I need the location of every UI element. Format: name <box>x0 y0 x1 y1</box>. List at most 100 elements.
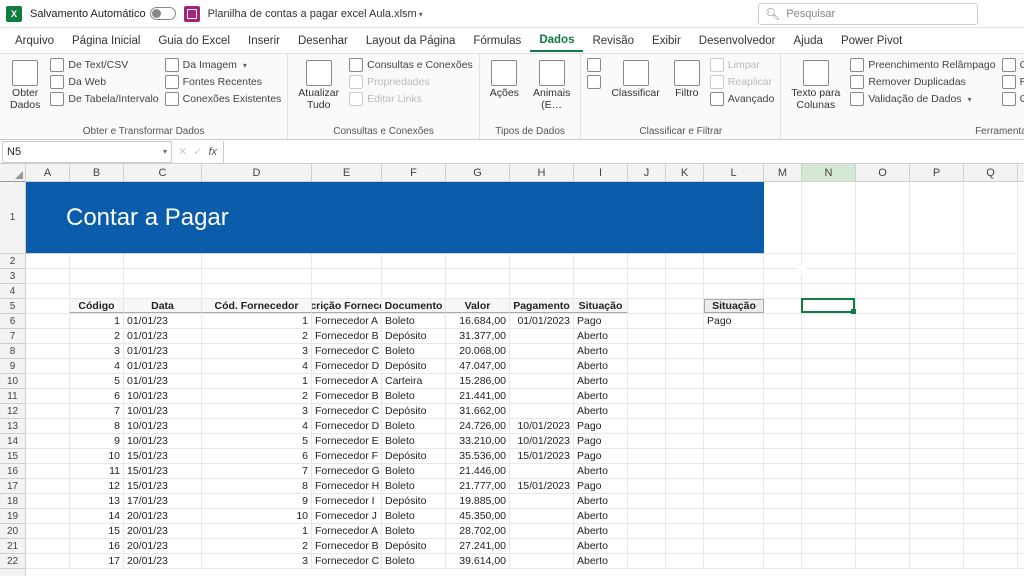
cell[interactable] <box>628 344 666 358</box>
cell[interactable] <box>666 404 704 418</box>
cell[interactable] <box>802 479 856 493</box>
cell[interactable] <box>26 299 70 313</box>
cell[interactable] <box>628 509 666 523</box>
cell[interactable] <box>910 374 964 388</box>
cell[interactable] <box>628 389 666 403</box>
row-header-11[interactable]: 11 <box>0 389 25 404</box>
cell-codigo[interactable]: 12 <box>70 479 124 493</box>
cell[interactable] <box>856 494 910 508</box>
cell-sit[interactable]: Aberto <box>574 374 628 388</box>
cell-cod-forn[interactable]: 4 <box>202 419 312 433</box>
cell[interactable] <box>764 479 802 493</box>
cell[interactable] <box>802 464 856 478</box>
fontes-recentes-button[interactable]: Fontes Recentes <box>165 75 282 89</box>
cell-doc[interactable]: Boleto <box>382 479 446 493</box>
cell-data[interactable]: 20/01/23 <box>124 539 202 553</box>
cell[interactable] <box>202 254 312 268</box>
cell[interactable] <box>910 359 964 373</box>
cell-doc[interactable]: Boleto <box>382 554 446 568</box>
cell-valor[interactable]: 28.702,00 <box>446 524 510 538</box>
cell-valor[interactable]: 20.068,00 <box>446 344 510 358</box>
cell[interactable] <box>382 284 446 298</box>
cell-sit[interactable]: Pago <box>574 314 628 328</box>
row-header-19[interactable]: 19 <box>0 509 25 524</box>
cell-data[interactable]: 10/01/23 <box>124 434 202 448</box>
col-header-H[interactable]: H <box>510 164 574 181</box>
cell[interactable] <box>666 329 704 343</box>
cell[interactable] <box>628 404 666 418</box>
table-header[interactable]: Pagamento <box>510 299 574 313</box>
cell-pag[interactable] <box>510 554 574 568</box>
column-headers[interactable]: ABCDEFGHIJKLMNOPQ <box>26 164 1024 182</box>
cell[interactable] <box>26 284 70 298</box>
cell[interactable] <box>628 464 666 478</box>
cell-sit[interactable]: Aberto <box>574 539 628 553</box>
cell[interactable] <box>666 299 704 313</box>
cell[interactable] <box>704 509 764 523</box>
cell[interactable] <box>856 419 910 433</box>
col-header-J[interactable]: J <box>628 164 666 181</box>
cell[interactable] <box>574 254 628 268</box>
cell-data[interactable]: 15/01/23 <box>124 464 202 478</box>
de-text-csv-button[interactable]: De Text/CSV <box>50 58 158 72</box>
cell[interactable] <box>802 539 856 553</box>
conexoes-button[interactable]: Conexões Existentes <box>165 92 282 106</box>
cell[interactable] <box>910 434 964 448</box>
cell[interactable] <box>764 554 802 568</box>
cell-cod-forn[interactable]: 3 <box>202 344 312 358</box>
file-title[interactable]: Planilha de contas a pagar excel Aula.xl… <box>208 8 423 20</box>
row-header-15[interactable]: 15 <box>0 449 25 464</box>
cell[interactable] <box>704 359 764 373</box>
cell[interactable] <box>964 449 1018 463</box>
cell-codigo[interactable]: 17 <box>70 554 124 568</box>
autosave-toggle[interactable]: Salvamento Automático <box>30 7 176 20</box>
cell-pag[interactable]: 10/01/2023 <box>510 419 574 433</box>
cell[interactable] <box>666 419 704 433</box>
cell-desc[interactable]: Fornecedor A <box>312 524 382 538</box>
classificar-button[interactable]: Classificar <box>607 58 663 102</box>
cell[interactable] <box>70 254 124 268</box>
row-headers[interactable]: 12345678910111213141516171819202122 <box>0 164 26 576</box>
cell[interactable] <box>856 539 910 553</box>
side-value[interactable]: Pago <box>704 314 764 328</box>
cell[interactable] <box>666 269 704 283</box>
cell[interactable] <box>802 389 856 403</box>
cell-cod-forn[interactable]: 2 <box>202 539 312 553</box>
animais-button[interactable]: Animais (E… <box>529 58 574 113</box>
filtro-button[interactable]: Filtro <box>670 58 704 102</box>
cell-doc[interactable]: Depósito <box>382 449 446 463</box>
cell[interactable] <box>802 494 856 508</box>
menu-layout-da-página[interactable]: Layout da Página <box>357 31 465 51</box>
de-tabela-button[interactable]: De Tabela/Intervalo <box>50 92 158 106</box>
cell-sit[interactable]: Aberto <box>574 464 628 478</box>
cell[interactable] <box>964 494 1018 508</box>
cell[interactable] <box>910 494 964 508</box>
cell-sit[interactable]: Aberto <box>574 524 628 538</box>
cell[interactable] <box>802 269 856 283</box>
cell[interactable] <box>856 344 910 358</box>
cell[interactable] <box>964 434 1018 448</box>
cell-pag[interactable]: 15/01/2023 <box>510 449 574 463</box>
menu-power-pivot[interactable]: Power Pivot <box>832 31 911 51</box>
cell-valor[interactable]: 31.377,00 <box>446 329 510 343</box>
cell-cod-forn[interactable]: 4 <box>202 359 312 373</box>
cell-doc[interactable]: Depósito <box>382 329 446 343</box>
cell-data[interactable]: 15/01/23 <box>124 479 202 493</box>
cell[interactable] <box>704 344 764 358</box>
cell[interactable] <box>26 539 70 553</box>
cell[interactable] <box>964 404 1018 418</box>
avancado-button[interactable]: Avançado <box>710 92 775 106</box>
cell-data[interactable]: 15/01/23 <box>124 449 202 463</box>
col-header-K[interactable]: K <box>666 164 704 181</box>
cell-doc[interactable]: Depósito <box>382 494 446 508</box>
cell[interactable] <box>764 359 802 373</box>
cell[interactable] <box>764 494 802 508</box>
cell[interactable] <box>764 269 802 283</box>
menu-desenvolvedor[interactable]: Desenvolvedor <box>690 31 785 51</box>
cell[interactable] <box>802 314 856 328</box>
cell[interactable] <box>764 509 802 523</box>
cell[interactable] <box>856 254 910 268</box>
cell-valor[interactable]: 39.614,00 <box>446 554 510 568</box>
cell[interactable] <box>856 524 910 538</box>
cell[interactable] <box>704 434 764 448</box>
